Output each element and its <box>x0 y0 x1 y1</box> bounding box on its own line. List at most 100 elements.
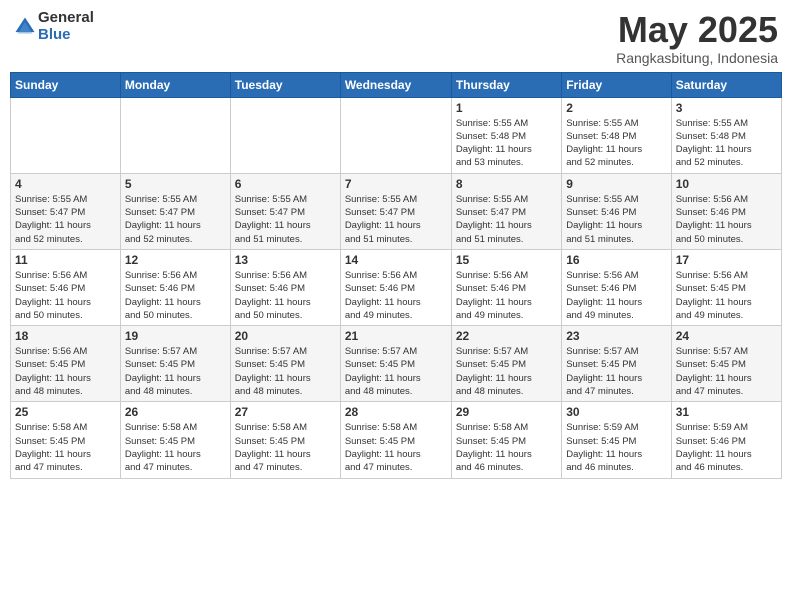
day-number: 23 <box>566 329 666 343</box>
calendar-table: Sunday Monday Tuesday Wednesday Thursday… <box>10 72 782 479</box>
day-number: 15 <box>456 253 557 267</box>
calendar-week-row: 25 Sunrise: 5:58 AM Sunset: 5:45 PM Dayli… <box>11 402 782 478</box>
day-number: 22 <box>456 329 557 343</box>
logo-text: General Blue <box>38 10 94 43</box>
calendar-cell: 18 Sunrise: 5:56 AM Sunset: 5:45 PM Dayli… <box>11 326 121 402</box>
day-number: 13 <box>235 253 336 267</box>
day-number: 5 <box>125 177 226 191</box>
header-wednesday: Wednesday <box>340 72 451 97</box>
calendar-cell: 13 Sunrise: 5:56 AM Sunset: 5:46 PM Dayli… <box>230 249 340 325</box>
logo-blue-text: Blue <box>38 27 94 44</box>
day-number: 3 <box>676 101 777 115</box>
logo-icon <box>14 16 36 38</box>
day-number: 20 <box>235 329 336 343</box>
day-info: Sunrise: 5:59 AM Sunset: 5:45 PM Dayligh… <box>566 421 666 474</box>
day-info: Sunrise: 5:55 AM Sunset: 5:48 PM Dayligh… <box>676 117 777 170</box>
calendar-cell: 5Sunrise: 5:55 AM Sunset: 5:47 PM Daylig… <box>120 173 230 249</box>
calendar-cell: 6 Sunrise: 5:55 AM Sunset: 5:47 PM Daylig… <box>230 173 340 249</box>
day-number: 4 <box>15 177 116 191</box>
day-info: Sunrise: 5:57 AM Sunset: 5:45 PM Dayligh… <box>676 345 777 398</box>
calendar-cell: 26 Sunrise: 5:58 AM Sunset: 5:45 PM Dayli… <box>120 402 230 478</box>
day-number: 30 <box>566 405 666 419</box>
calendar-cell: 14Sunrise: 5:56 AM Sunset: 5:46 PM Dayli… <box>340 249 451 325</box>
header-saturday: Saturday <box>671 72 781 97</box>
calendar-week-row: 18 Sunrise: 5:56 AM Sunset: 5:45 PM Dayli… <box>11 326 782 402</box>
calendar-cell: 10Sunrise: 5:56 AM Sunset: 5:46 PM Dayli… <box>671 173 781 249</box>
calendar-week-row: 1 Sunrise: 5:55 AM Sunset: 5:48 PM Daylig… <box>11 97 782 173</box>
day-number: 31 <box>676 405 777 419</box>
calendar-cell: 27 Sunrise: 5:58 AM Sunset: 5:45 PM Dayli… <box>230 402 340 478</box>
day-info: Sunrise: 5:58 AM Sunset: 5:45 PM Dayligh… <box>235 421 336 474</box>
header-monday: Monday <box>120 72 230 97</box>
calendar-cell <box>340 97 451 173</box>
day-number: 18 <box>15 329 116 343</box>
calendar-cell: 28Sunrise: 5:58 AM Sunset: 5:45 PM Dayli… <box>340 402 451 478</box>
calendar-location: Rangkasbitung, Indonesia <box>616 50 778 66</box>
calendar-cell <box>11 97 121 173</box>
day-info: Sunrise: 5:58 AM Sunset: 5:45 PM Dayligh… <box>125 421 226 474</box>
day-info: Sunrise: 5:56 AM Sunset: 5:46 PM Dayligh… <box>15 269 116 322</box>
calendar-cell: 7Sunrise: 5:55 AM Sunset: 5:47 PM Daylig… <box>340 173 451 249</box>
day-number: 17 <box>676 253 777 267</box>
day-info: Sunrise: 5:57 AM Sunset: 5:45 PM Dayligh… <box>456 345 557 398</box>
calendar-title: May 2025 <box>616 10 778 50</box>
day-info: Sunrise: 5:57 AM Sunset: 5:45 PM Dayligh… <box>345 345 447 398</box>
calendar-cell: 21 Sunrise: 5:57 AM Sunset: 5:45 PM Dayli… <box>340 326 451 402</box>
header-friday: Friday <box>562 72 671 97</box>
calendar-cell: 12Sunrise: 5:56 AM Sunset: 5:46 PM Dayli… <box>120 249 230 325</box>
day-info: Sunrise: 5:57 AM Sunset: 5:45 PM Dayligh… <box>235 345 336 398</box>
day-info: Sunrise: 5:55 AM Sunset: 5:47 PM Dayligh… <box>456 193 557 246</box>
day-number: 16 <box>566 253 666 267</box>
day-info: Sunrise: 5:56 AM Sunset: 5:45 PM Dayligh… <box>15 345 116 398</box>
calendar-cell: 4 Sunrise: 5:55 AM Sunset: 5:47 PM Daylig… <box>11 173 121 249</box>
day-number: 26 <box>125 405 226 419</box>
calendar-cell <box>230 97 340 173</box>
calendar-cell: 22 Sunrise: 5:57 AM Sunset: 5:45 PM Dayli… <box>451 326 561 402</box>
day-number: 7 <box>345 177 447 191</box>
calendar-cell: 15Sunrise: 5:56 AM Sunset: 5:46 PM Dayli… <box>451 249 561 325</box>
day-info: Sunrise: 5:56 AM Sunset: 5:46 PM Dayligh… <box>676 193 777 246</box>
calendar-week-row: 11 Sunrise: 5:56 AM Sunset: 5:46 PM Dayli… <box>11 249 782 325</box>
calendar-cell: 23Sunrise: 5:57 AM Sunset: 5:45 PM Dayli… <box>562 326 671 402</box>
day-number: 8 <box>456 177 557 191</box>
day-number: 27 <box>235 405 336 419</box>
day-info: Sunrise: 5:55 AM Sunset: 5:46 PM Dayligh… <box>566 193 666 246</box>
day-number: 21 <box>345 329 447 343</box>
calendar-cell: 29 Sunrise: 5:58 AM Sunset: 5:45 PM Dayli… <box>451 402 561 478</box>
day-number: 19 <box>125 329 226 343</box>
day-number: 29 <box>456 405 557 419</box>
header-thursday: Thursday <box>451 72 561 97</box>
calendar-cell: 2 Sunrise: 5:55 AM Sunset: 5:48 PM Daylig… <box>562 97 671 173</box>
calendar-cell: 20 Sunrise: 5:57 AM Sunset: 5:45 PM Dayli… <box>230 326 340 402</box>
day-number: 25 <box>15 405 116 419</box>
day-number: 28 <box>345 405 447 419</box>
day-number: 6 <box>235 177 336 191</box>
day-info: Sunrise: 5:58 AM Sunset: 5:45 PM Dayligh… <box>456 421 557 474</box>
day-number: 14 <box>345 253 447 267</box>
calendar-cell: 25 Sunrise: 5:58 AM Sunset: 5:45 PM Dayli… <box>11 402 121 478</box>
calendar-cell: 1Sunrise: 5:55 AM Sunset: 5:48 PM Daylig… <box>451 97 561 173</box>
calendar-cell: 16Sunrise: 5:56 AM Sunset: 5:46 PM Dayli… <box>562 249 671 325</box>
calendar-cell: 17 Sunrise: 5:56 AM Sunset: 5:45 PM Dayli… <box>671 249 781 325</box>
header-tuesday: Tuesday <box>230 72 340 97</box>
day-info: Sunrise: 5:55 AM Sunset: 5:47 PM Dayligh… <box>15 193 116 246</box>
title-block: May 2025 Rangkasbitung, Indonesia <box>616 10 778 66</box>
calendar-cell: 30 Sunrise: 5:59 AM Sunset: 5:45 PM Dayli… <box>562 402 671 478</box>
day-number: 9 <box>566 177 666 191</box>
day-number: 1 <box>456 101 557 115</box>
day-info: Sunrise: 5:57 AM Sunset: 5:45 PM Dayligh… <box>125 345 226 398</box>
header-sunday: Sunday <box>11 72 121 97</box>
calendar-cell: 24 Sunrise: 5:57 AM Sunset: 5:45 PM Dayli… <box>671 326 781 402</box>
day-info: Sunrise: 5:55 AM Sunset: 5:47 PM Dayligh… <box>235 193 336 246</box>
calendar-cell <box>120 97 230 173</box>
day-number: 24 <box>676 329 777 343</box>
day-info: Sunrise: 5:58 AM Sunset: 5:45 PM Dayligh… <box>15 421 116 474</box>
logo: General Blue <box>14 10 94 43</box>
day-number: 2 <box>566 101 666 115</box>
day-info: Sunrise: 5:56 AM Sunset: 5:46 PM Dayligh… <box>235 269 336 322</box>
logo-general-text: General <box>38 10 94 27</box>
day-info: Sunrise: 5:56 AM Sunset: 5:45 PM Dayligh… <box>676 269 777 322</box>
day-info: Sunrise: 5:59 AM Sunset: 5:46 PM Dayligh… <box>676 421 777 474</box>
day-number: 11 <box>15 253 116 267</box>
day-info: Sunrise: 5:55 AM Sunset: 5:48 PM Dayligh… <box>566 117 666 170</box>
